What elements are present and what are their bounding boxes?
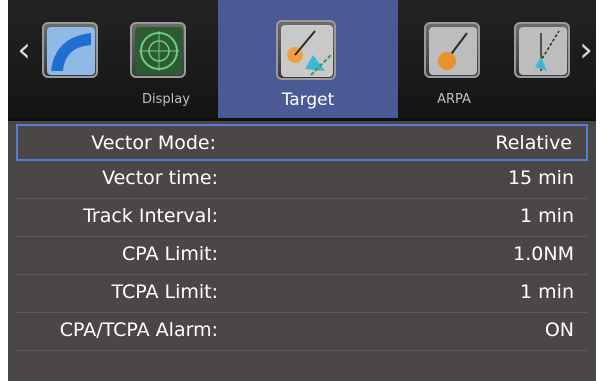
- chevron-right-icon[interactable]: ›: [574, 30, 598, 70]
- chevron-left-icon[interactable]: ‹: [12, 30, 36, 70]
- tab-label-display: Display: [142, 92, 190, 107]
- setting-track-interval[interactable]: Track Interval: 1 min: [16, 199, 588, 237]
- setting-label: TCPA Limit:: [111, 281, 218, 303]
- curve-icon: [42, 22, 98, 78]
- setting-vector-time[interactable]: Vector time: 15 min: [16, 161, 588, 199]
- setting-value: 1.0NM: [513, 243, 574, 265]
- target-vector-icon: [276, 20, 336, 80]
- tab-arpa[interactable]: ARPA: [404, 0, 504, 118]
- radar-display-icon: [130, 22, 186, 78]
- setting-cpa-limit[interactable]: CPA Limit: 1.0NM: [16, 237, 588, 275]
- setting-value: 15 min: [507, 167, 574, 189]
- setting-value: ON: [544, 319, 574, 341]
- setting-label: Vector Mode:: [91, 132, 216, 154]
- setting-label: CPA/TCPA Alarm:: [59, 319, 218, 341]
- tab-display[interactable]: Display: [108, 0, 208, 118]
- target-settings-panel: ‹ Display Target ARPA › Vector Mode: Rel…: [8, 0, 596, 381]
- setting-value: 1 min: [520, 205, 574, 227]
- tab-target[interactable]: Target: [218, 0, 398, 118]
- setting-label: Track Interval:: [83, 205, 218, 227]
- tab-curve[interactable]: [36, 0, 106, 118]
- setting-value: 1 min: [520, 281, 574, 303]
- setting-label: CPA Limit:: [121, 243, 218, 265]
- tab-label-target: Target: [281, 90, 335, 110]
- bearing-line-icon: [514, 22, 570, 78]
- tab-label-arpa: ARPA: [437, 92, 471, 107]
- setting-vector-mode[interactable]: Vector Mode: Relative: [16, 124, 588, 161]
- setting-cpa-tcpa-alarm[interactable]: CPA/TCPA Alarm: ON: [16, 313, 588, 351]
- arpa-icon: [424, 22, 480, 78]
- setting-label: Vector time:: [102, 167, 218, 189]
- settings-list: Vector Mode: Relative Vector time: 15 mi…: [8, 124, 596, 351]
- menu-category-bar: ‹ Display Target ARPA ›: [8, 0, 596, 121]
- setting-value: Relative: [495, 132, 572, 154]
- tab-bearing[interactable]: [508, 0, 574, 118]
- setting-tcpa-limit[interactable]: TCPA Limit: 1 min: [16, 275, 588, 313]
